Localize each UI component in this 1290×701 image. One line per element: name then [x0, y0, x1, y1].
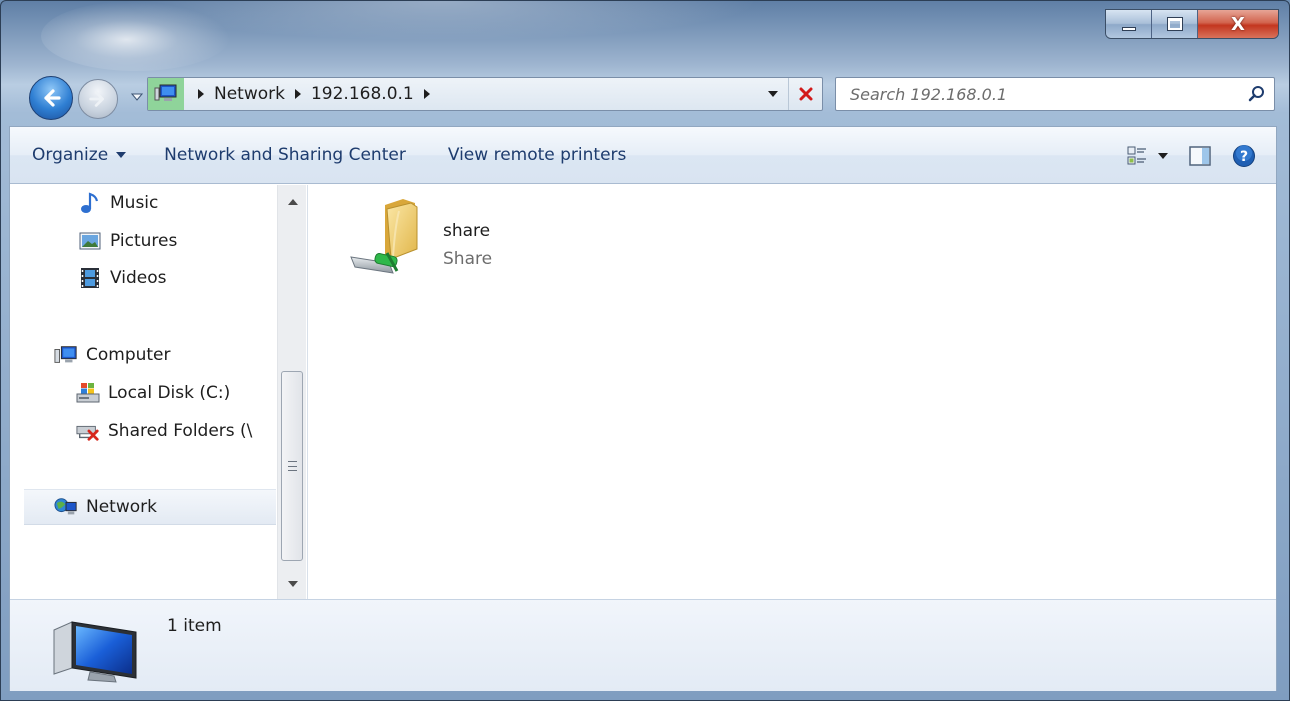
- music-glyph: [81, 192, 99, 213]
- explorer-window: X Network 192.168.0.1 Search 192.168.0.1…: [0, 0, 1290, 701]
- view-remote-printers-label: View remote printers: [447, 145, 627, 165]
- command-bar: Organize Network and Sharing Center View…: [10, 127, 1276, 184]
- nav-item-pictures[interactable]: Pictures: [78, 223, 177, 259]
- nav-item-label: Computer: [86, 345, 171, 365]
- music-icon: [78, 192, 102, 214]
- explorer-content: Organize Network and Sharing Center View…: [9, 126, 1277, 691]
- magnifier-glyph: [1248, 86, 1264, 102]
- breadcrumb-network[interactable]: Network: [214, 84, 285, 104]
- local-disk-icon: [76, 382, 100, 404]
- help-button[interactable]: ?: [1232, 144, 1256, 168]
- network-glyph: [54, 498, 77, 515]
- preview-pane-icon: [1189, 145, 1211, 166]
- nav-item-label: Shared Folders (\: [108, 421, 253, 441]
- minimize-icon: [1121, 27, 1136, 31]
- file-name: share: [443, 221, 491, 241]
- scroll-down-button[interactable]: [278, 573, 307, 595]
- help-icon: ?: [1233, 144, 1255, 167]
- computer-icon[interactable]: [148, 78, 184, 110]
- back-button[interactable]: [29, 76, 73, 120]
- network-sharing-center-label: Network and Sharing Center: [164, 145, 406, 165]
- close-icon: X: [1231, 13, 1245, 35]
- change-view-button[interactable]: [1126, 145, 1168, 167]
- computer-monitor-icon: [50, 610, 140, 689]
- scroll-up-button[interactable]: [278, 191, 307, 213]
- shared-folders-icon: [76, 420, 100, 442]
- nav-item-label: Videos: [110, 268, 167, 288]
- file-list[interactable]: share Share: [309, 185, 1276, 599]
- pictures-glyph: [79, 232, 101, 250]
- forward-arrow-icon: [89, 91, 104, 107]
- computer-glyph: [154, 84, 177, 101]
- pictures-icon: [78, 230, 102, 252]
- breadcrumb-separator[interactable]: [294, 89, 301, 99]
- caption-buttons: X: [1105, 9, 1279, 39]
- nav-item-label: Pictures: [110, 231, 178, 251]
- stop-icon: [799, 87, 812, 101]
- nav-item-videos[interactable]: Videos: [78, 260, 167, 296]
- videos-glyph: [81, 268, 99, 288]
- search-icon[interactable]: [1240, 85, 1274, 103]
- maximize-button[interactable]: [1152, 10, 1198, 38]
- nav-item-label: Local Disk (C:): [108, 383, 231, 403]
- chevron-down-icon: [287, 581, 298, 587]
- chevron-down-icon: [1158, 152, 1168, 159]
- search-input[interactable]: Search 192.168.0.1: [850, 85, 1240, 104]
- view-options-icon: [1127, 146, 1146, 164]
- network-share-folder-icon: [350, 199, 418, 274]
- item-count: 1 item: [167, 616, 222, 636]
- forward-button[interactable]: [78, 79, 118, 119]
- file-text: share Share: [443, 197, 492, 273]
- videos-icon: [78, 267, 102, 289]
- preview-pane-button[interactable]: [1188, 145, 1212, 167]
- organize-button[interactable]: Organize: [20, 145, 138, 165]
- nav-item-label: Music: [110, 193, 159, 213]
- title-glow-2: [121, 1, 761, 41]
- nav-item-music[interactable]: Music: [78, 185, 158, 221]
- close-button[interactable]: X: [1198, 10, 1278, 38]
- chevron-down-icon: [116, 152, 127, 158]
- recent-pages-button[interactable]: [129, 89, 145, 105]
- network-icon: [54, 496, 78, 518]
- chevron-down-icon: [768, 91, 778, 97]
- chevron-up-icon: [287, 199, 298, 205]
- toolbar-right: ?: [1126, 127, 1256, 184]
- breadcrumb-host[interactable]: 192.168.0.1: [311, 84, 414, 104]
- minimize-button[interactable]: [1106, 10, 1152, 38]
- scroll-thumb[interactable]: [281, 371, 303, 561]
- disconnected-drive-glyph: [76, 425, 99, 441]
- nav-item-shared-folders[interactable]: Shared Folders (\: [76, 413, 252, 449]
- navigation-pane: Music Pictures Videos Computer Local Dis…: [10, 185, 308, 599]
- nav-item-label: Network: [86, 497, 157, 517]
- file-item-share[interactable]: share Share: [345, 197, 492, 277]
- breadcrumb-separator[interactable]: [423, 89, 430, 99]
- address-bar[interactable]: Network 192.168.0.1: [147, 77, 823, 111]
- recent-dropdown-icon: [131, 93, 143, 101]
- nav-item-network[interactable]: Network: [24, 489, 276, 525]
- details-pane: 1 item: [10, 599, 1276, 691]
- organize-label: Organize: [32, 145, 109, 165]
- breadcrumb-separator[interactable]: [198, 89, 204, 99]
- monitor-glyph: [53, 621, 137, 683]
- view-remote-printers-button[interactable]: View remote printers: [436, 145, 639, 165]
- network-sharing-center-button[interactable]: Network and Sharing Center: [152, 145, 418, 165]
- search-box[interactable]: Search 192.168.0.1: [835, 77, 1275, 111]
- stop-button[interactable]: [788, 78, 822, 110]
- nav-item-computer[interactable]: Computer: [54, 337, 171, 373]
- disk-glyph: [76, 383, 100, 403]
- nav-item-local-disk[interactable]: Local Disk (C:): [76, 375, 230, 411]
- back-arrow-icon: [44, 89, 61, 107]
- nav-scrollbar[interactable]: [277, 185, 306, 599]
- maximize-icon: [1166, 17, 1183, 31]
- computer-icon: [54, 344, 78, 366]
- address-history-dropdown[interactable]: [758, 78, 788, 110]
- file-type: Share: [443, 249, 493, 269]
- computer-glyph: [54, 346, 77, 363]
- svg-text:?: ?: [1240, 149, 1248, 165]
- grip-icon: [287, 461, 297, 471]
